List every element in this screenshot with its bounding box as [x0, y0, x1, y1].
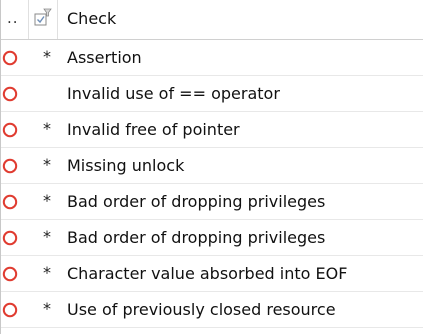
- red-circle-icon: [2, 86, 18, 102]
- red-circle-icon: [2, 194, 18, 210]
- table-row[interactable]: * Invalid free of pointer: [1, 112, 423, 148]
- red-circle-icon: [2, 122, 18, 138]
- justified-marker: *: [43, 47, 51, 66]
- table-row[interactable]: Invalid use of == operator: [1, 76, 423, 112]
- table-row[interactable]: * Bad order of dropping privileges: [1, 220, 423, 256]
- table-header: .. Check: [1, 0, 423, 40]
- justified-marker: *: [43, 155, 51, 174]
- red-circle-icon: [2, 302, 18, 318]
- check-name: Invalid free of pointer: [67, 120, 240, 139]
- justified-marker: *: [43, 191, 51, 210]
- check-name: Character value absorbed into EOF: [67, 264, 348, 283]
- results-table: .. Check * Assertion Invalid use of == ope…: [0, 0, 423, 334]
- check-name: Invalid use of == operator: [67, 84, 280, 103]
- check-name: Use of previously closed resource: [67, 300, 336, 319]
- red-circle-icon: [2, 50, 18, 66]
- check-name: Assertion: [67, 48, 142, 67]
- justified-marker: *: [43, 263, 51, 282]
- red-circle-icon: [2, 230, 18, 246]
- red-circle-icon: [2, 266, 18, 282]
- check-name: Bad order of dropping privileges: [67, 228, 326, 247]
- column-divider[interactable]: [28, 0, 29, 39]
- table-row[interactable]: * Assertion: [1, 40, 423, 76]
- check-name: Bad order of dropping privileges: [67, 192, 326, 211]
- justified-marker: *: [43, 227, 51, 246]
- table-row[interactable]: * Character value absorbed into EOF: [1, 256, 423, 292]
- justified-marker: *: [43, 119, 51, 138]
- column-header-more[interactable]: ..: [7, 9, 19, 27]
- checkbox-filter-icon[interactable]: [34, 8, 52, 28]
- table-row[interactable]: * Bad order of dropping privileges: [1, 184, 423, 220]
- column-header-check[interactable]: Check: [67, 9, 116, 28]
- table-row[interactable]: * Use of previously closed resource: [1, 292, 423, 328]
- red-circle-icon: [2, 158, 18, 174]
- justified-marker: *: [43, 299, 51, 318]
- check-name: Missing unlock: [67, 156, 185, 175]
- column-divider[interactable]: [57, 0, 58, 39]
- table-row[interactable]: * Missing unlock: [1, 148, 423, 184]
